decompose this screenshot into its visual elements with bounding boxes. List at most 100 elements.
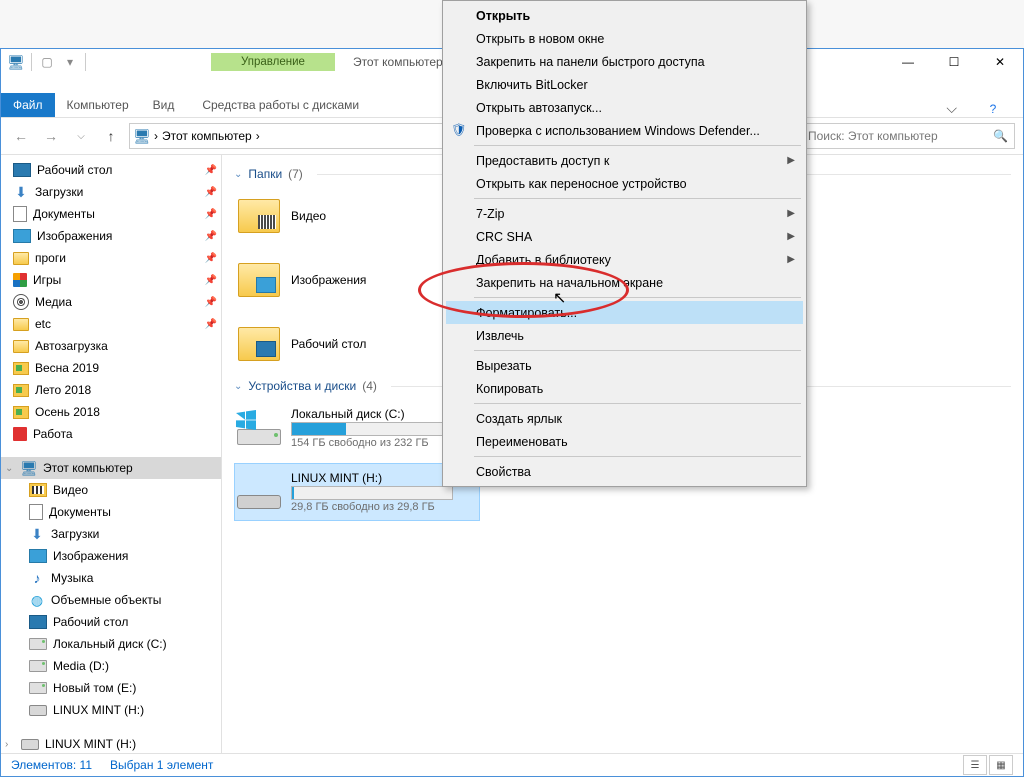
help-icon[interactable]: ?	[973, 102, 1013, 116]
menu-cut[interactable]: Вырезать	[446, 354, 803, 377]
recent-locations-button[interactable]: ⌵	[69, 124, 93, 148]
tree-item[interactable]: ⬇Загрузки📌	[1, 181, 221, 203]
pin-icon: 📌	[205, 165, 217, 176]
navigation-pane[interactable]: Рабочий стол📌 ⬇Загрузки📌 Документы📌 Изоб…	[1, 155, 222, 753]
file-tab[interactable]: Файл	[1, 93, 55, 117]
search-icon[interactable]: 🔍	[993, 129, 1008, 143]
contextual-tab[interactable]: Средства работы с дисками	[190, 93, 371, 117]
pin-icon: 📌	[205, 209, 217, 220]
tree-item[interactable]: Локальный диск (C:)	[1, 633, 221, 655]
chevron-right-icon[interactable]: ›	[5, 739, 15, 750]
close-button[interactable]: ✕	[977, 49, 1023, 75]
disk-icon	[29, 660, 47, 672]
chevron-down-icon[interactable]: ⌄	[234, 169, 242, 180]
menu-portable[interactable]: Открыть как переносное устройство	[446, 172, 803, 195]
menu-add-to-library[interactable]: Добавить в библиотеку▶	[446, 248, 803, 271]
menu-copy[interactable]: Копировать	[446, 377, 803, 400]
minimize-button[interactable]: —	[885, 49, 931, 75]
tree-item[interactable]: ◍Объемные объекты	[1, 589, 221, 611]
maximize-button[interactable]: ☐	[931, 49, 977, 75]
tree-item[interactable]: Весна 2019	[1, 357, 221, 379]
context-menu: Открыть Открыть в новом окне Закрепить н…	[442, 0, 807, 487]
menu-create-shortcut[interactable]: Создать ярлык	[446, 407, 803, 430]
tree-item[interactable]: Осень 2018	[1, 401, 221, 423]
menu-open-new-window[interactable]: Открыть в новом окне	[446, 27, 803, 50]
chevron-down-icon[interactable]: ⌄	[5, 463, 15, 474]
music-icon: ♪	[29, 570, 45, 586]
drive-icon	[237, 429, 281, 445]
contextual-tab-banner: Управление	[211, 53, 335, 71]
tree-item[interactable]: ♪Музыка	[1, 567, 221, 589]
chevron-right-icon[interactable]: ›	[256, 129, 260, 143]
chevron-right-icon[interactable]: ›	[154, 129, 158, 143]
tree-item[interactable]: LINUX MINT (H:)	[1, 699, 221, 721]
menu-properties[interactable]: Свойства	[446, 460, 803, 483]
forward-button[interactable]: →	[39, 124, 63, 148]
tree-item[interactable]: Новый том (E:)	[1, 677, 221, 699]
menu-defender[interactable]: 🛡Проверка с использованием Windows Defen…	[446, 119, 803, 142]
menu-open[interactable]: Открыть	[446, 4, 803, 27]
tree-item[interactable]: проги📌	[1, 247, 221, 269]
menu-share[interactable]: Предоставить доступ к▶	[446, 149, 803, 172]
status-item-count: Элементов: 11	[11, 758, 92, 772]
tree-item[interactable]: Видео	[1, 479, 221, 501]
removable-drive-node[interactable]: ›LINUX MINT (H:)	[1, 733, 221, 753]
search-placeholder: Поиск: Этот компьютер	[808, 129, 938, 143]
menu-format[interactable]: Форматировать...	[446, 301, 803, 324]
qat-btn-1[interactable]: ▢	[36, 51, 58, 73]
quick-access-toolbar: 🖥 ▢ ▾	[1, 51, 89, 73]
tree-item[interactable]: Автозагрузка	[1, 335, 221, 357]
tree-item[interactable]: Игры📌	[1, 269, 221, 291]
folder-icon	[13, 362, 29, 375]
pin-icon: 📌	[205, 297, 217, 308]
qat-btn-2[interactable]: ▾	[59, 51, 81, 73]
media-icon	[13, 294, 29, 310]
tree-item[interactable]: Работа	[1, 423, 221, 445]
tree-item[interactable]: Документы	[1, 501, 221, 523]
tree-item[interactable]: Media (D:)	[1, 655, 221, 677]
details-view-button[interactable]: ☰	[963, 755, 987, 775]
this-pc-node[interactable]: ⌄🖥Этот компьютер	[1, 457, 221, 479]
breadcrumb-this-pc[interactable]: Этот компьютер	[162, 129, 252, 143]
menu-pin-quick-access[interactable]: Закрепить на панели быстрого доступа	[446, 50, 803, 73]
tree-item[interactable]: Рабочий стол	[1, 611, 221, 633]
tiles-view-button[interactable]: ▦	[989, 755, 1013, 775]
up-button[interactable]: ↑	[99, 124, 123, 148]
menu-crc-sha[interactable]: CRC SHA▶	[446, 225, 803, 248]
menu-pin-start[interactable]: Закрепить на начальном экране	[446, 271, 803, 294]
menu-rename[interactable]: Переименовать	[446, 430, 803, 453]
disk-icon	[29, 682, 47, 694]
tree-item[interactable]: Документы📌	[1, 203, 221, 225]
documents-icon	[29, 504, 43, 520]
tree-item[interactable]: ⬇Загрузки	[1, 523, 221, 545]
menu-autoplay[interactable]: Открыть автозапуск...	[446, 96, 803, 119]
tree-item[interactable]: etc📌	[1, 313, 221, 335]
expand-ribbon-icon[interactable]: ⌵	[946, 100, 957, 117]
tree-item[interactable]: Изображения	[1, 545, 221, 567]
chevron-down-icon[interactable]: ⌄	[234, 381, 242, 392]
tree-item[interactable]: Лето 2018	[1, 379, 221, 401]
folder-icon	[13, 252, 29, 265]
view-tab[interactable]: Вид	[141, 93, 187, 117]
tree-item[interactable]: Медиа📌	[1, 291, 221, 313]
menu-eject[interactable]: Извлечь	[446, 324, 803, 347]
search-box[interactable]: Поиск: Этот компьютер 🔍	[801, 123, 1015, 149]
menu-7zip[interactable]: 7-Zip▶	[446, 202, 803, 225]
tree-item[interactable]: Изображения📌	[1, 225, 221, 247]
pc-icon: 🖥	[5, 51, 27, 73]
status-selection: Выбран 1 элемент	[110, 758, 213, 772]
pc-icon: 🖥	[134, 128, 150, 144]
video-icon	[29, 483, 47, 497]
folder-icon	[238, 327, 280, 361]
tree-item[interactable]: Рабочий стол📌	[1, 159, 221, 181]
menu-bitlocker[interactable]: Включить BitLocker	[446, 73, 803, 96]
chevron-right-icon: ▶	[787, 231, 795, 242]
back-button[interactable]: ←	[9, 124, 33, 148]
pin-icon: 📌	[205, 231, 217, 242]
folder-icon	[13, 340, 29, 353]
computer-tab[interactable]: Компьютер	[55, 93, 141, 117]
folder-icon	[13, 318, 29, 331]
folder-icon	[238, 263, 280, 297]
capacity-bar	[291, 422, 453, 436]
window-title: Этот компьютер	[353, 55, 443, 69]
